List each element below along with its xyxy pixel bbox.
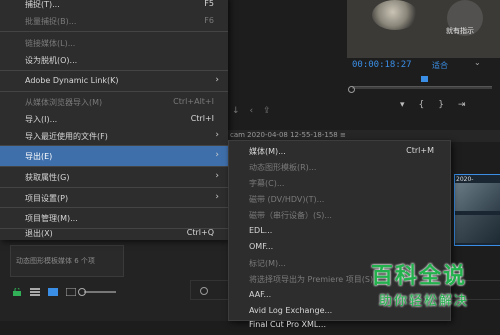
- menu-item-make-offline[interactable]: 设为脱机(O)...: [0, 50, 228, 70]
- scroll-handle[interactable]: [200, 287, 208, 295]
- file-menu: 捕捉(T)... F5 批量捕捉(B)... F6 链接媒体(L)... 设为脱…: [0, 0, 228, 240]
- menu-item-exit[interactable]: 退出(X) Ctrl+Q: [0, 223, 228, 243]
- watermark-logo: 百科全说 助你轻松解决: [371, 258, 493, 315]
- chevron-right-icon: ›: [215, 75, 219, 85]
- list-view-icon[interactable]: [30, 288, 40, 296]
- menu-item-import-recent[interactable]: 导入最近使用的文件(F) ›: [0, 126, 228, 146]
- chevron-right-icon: ›: [215, 192, 219, 202]
- menu-item-get-properties[interactable]: 获取属性(G) ›: [0, 167, 228, 187]
- submenu-item-final-cut-pro-xml[interactable]: Final Cut Pro XML...: [229, 315, 450, 335]
- clip-thumbnail[interactable]: [455, 183, 500, 211]
- menu-item-dynamic-link[interactable]: Adobe Dynamic Link(K) ›: [0, 71, 228, 91]
- sequence-tab[interactable]: cam 2020-04-08 12-55-18-158 ≡: [230, 131, 346, 139]
- watermark-subtitle: 助你轻松解决: [379, 294, 470, 309]
- transport-controls[interactable]: ▾{}⇥: [400, 100, 480, 110]
- chevron-down-icon[interactable]: ⌄: [474, 58, 481, 67]
- icon-view-icon[interactable]: [48, 288, 58, 296]
- zoom-slider[interactable]: [78, 288, 116, 296]
- work-area-bar[interactable]: [352, 87, 492, 89]
- freeform-view-icon[interactable]: [66, 288, 76, 296]
- clip-thumbnails[interactable]: [454, 174, 500, 246]
- chevron-right-icon: ›: [215, 130, 219, 140]
- menu-item-export[interactable]: 导出(E) ›: [0, 146, 228, 166]
- chevron-right-icon: ›: [215, 171, 219, 181]
- menu-item-project-settings[interactable]: 项目设置(P) ›: [0, 188, 228, 208]
- monitor-caption: 就有指示: [446, 27, 474, 35]
- source-controls[interactable]: ↓‹⇪: [232, 106, 281, 116]
- lock-icon[interactable]: [12, 288, 22, 296]
- project-item-label: 动态图形模板媒体 6 个项: [16, 257, 95, 265]
- range-handle[interactable]: [348, 86, 355, 93]
- menu-separator: [0, 31, 228, 32]
- playhead[interactable]: [421, 76, 428, 82]
- fit-dropdown[interactable]: 适合: [432, 60, 448, 71]
- menu-item-batch-capture[interactable]: 批量捕捉(B)... F6: [0, 11, 228, 31]
- watermark-title: 百科全说: [371, 264, 468, 289]
- clip-thumbnail[interactable]: [455, 215, 500, 243]
- chevron-right-icon: ›: [215, 150, 219, 160]
- timecode[interactable]: 00:00:18:27: [352, 60, 412, 70]
- clip-thumbnail-label: 2020-: [456, 176, 474, 183]
- video-frame-lamp: [372, 0, 418, 30]
